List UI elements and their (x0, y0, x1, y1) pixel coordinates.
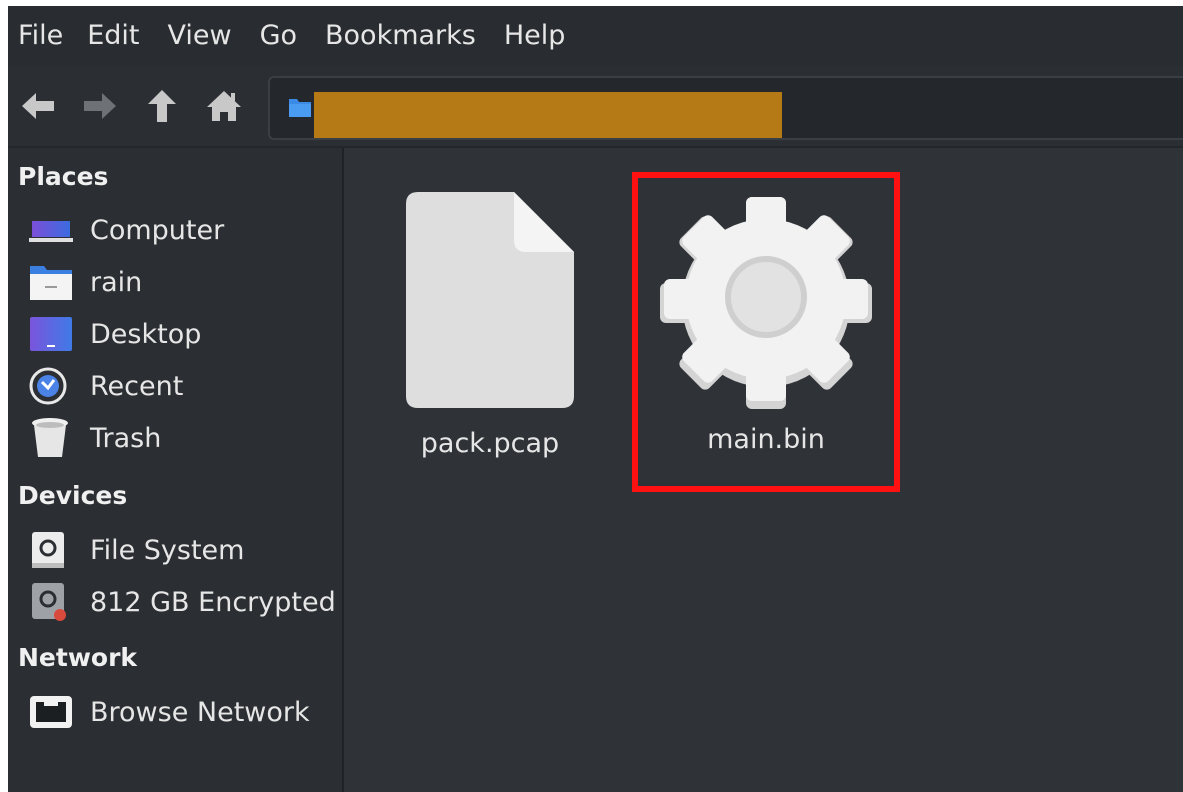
file-name: main.bin (707, 424, 825, 455)
sidebar-item-browse-network[interactable]: Browse Network (28, 689, 338, 735)
places-heading: Places (18, 162, 109, 191)
sidebar-item-computer[interactable]: Computer (28, 207, 338, 253)
sidebar-item-rain[interactable]: rain (28, 259, 338, 305)
network-heading: Network (18, 643, 138, 672)
forward-arrow-icon (84, 93, 116, 119)
sidebar-item-recent[interactable]: Recent (28, 363, 338, 409)
trash-icon (32, 418, 68, 457)
document-icon (406, 192, 574, 408)
up-arrow-icon (148, 90, 176, 122)
up-button[interactable] (142, 86, 182, 126)
file-item-pack-pcap[interactable]: pack.pcap (380, 192, 600, 459)
sidebar-item-file-system[interactable]: File System (28, 527, 338, 573)
sidebar-item-label: File System (90, 534, 245, 566)
home-folder-icon (30, 266, 72, 300)
file-manager-window: File Edit View Go Bookmarks Help Places … (8, 6, 1183, 792)
sidebar-item-encrypted[interactable]: 812 GB Encrypted (28, 579, 338, 625)
encrypted-drive-icon (32, 583, 66, 621)
path-breadcrumb[interactable] (314, 92, 782, 138)
menu-go[interactable]: Go (250, 6, 307, 66)
file-view: pack.pcap main.bin (344, 148, 1183, 792)
home-button[interactable] (204, 86, 244, 126)
sidebar-item-desktop[interactable]: Desktop (28, 311, 338, 357)
folder-icon (289, 99, 311, 117)
menu-file[interactable]: File (8, 6, 73, 66)
recent-icon (29, 367, 67, 405)
toolbar (8, 66, 1183, 148)
network-icon (30, 696, 72, 728)
menu-bookmarks[interactable]: Bookmarks (315, 6, 486, 66)
menu-bar: File Edit View Go Bookmarks Help (8, 6, 1183, 66)
forward-button[interactable] (80, 86, 120, 126)
location-bar[interactable] (268, 76, 1183, 140)
sidebar-item-label: Computer (90, 214, 225, 246)
computer-icon (29, 221, 73, 242)
sidebar-item-label: Browse Network (90, 696, 310, 728)
sidebar: Places Computer rain Desktop Recent Tras… (8, 148, 344, 792)
menu-view[interactable]: View (157, 6, 241, 66)
home-icon (207, 91, 241, 121)
sidebar-item-label: rain (90, 266, 143, 298)
desktop-icon (30, 317, 72, 351)
back-arrow-icon (22, 93, 54, 119)
menu-help[interactable]: Help (494, 6, 576, 66)
sidebar-item-label: Trash (90, 422, 162, 454)
drive-icon (32, 532, 64, 568)
sidebar-item-label: Desktop (90, 318, 202, 350)
back-button[interactable] (18, 86, 58, 126)
file-item-main-bin[interactable]: main.bin (656, 192, 876, 455)
gear-icon (660, 197, 872, 409)
menu-edit[interactable]: Edit (77, 6, 149, 66)
devices-heading: Devices (18, 481, 128, 510)
sidebar-item-label: Recent (90, 370, 184, 402)
sidebar-item-trash[interactable]: Trash (28, 415, 338, 461)
file-name: pack.pcap (420, 428, 560, 459)
sidebar-item-label: 812 GB Encrypted (90, 586, 336, 618)
